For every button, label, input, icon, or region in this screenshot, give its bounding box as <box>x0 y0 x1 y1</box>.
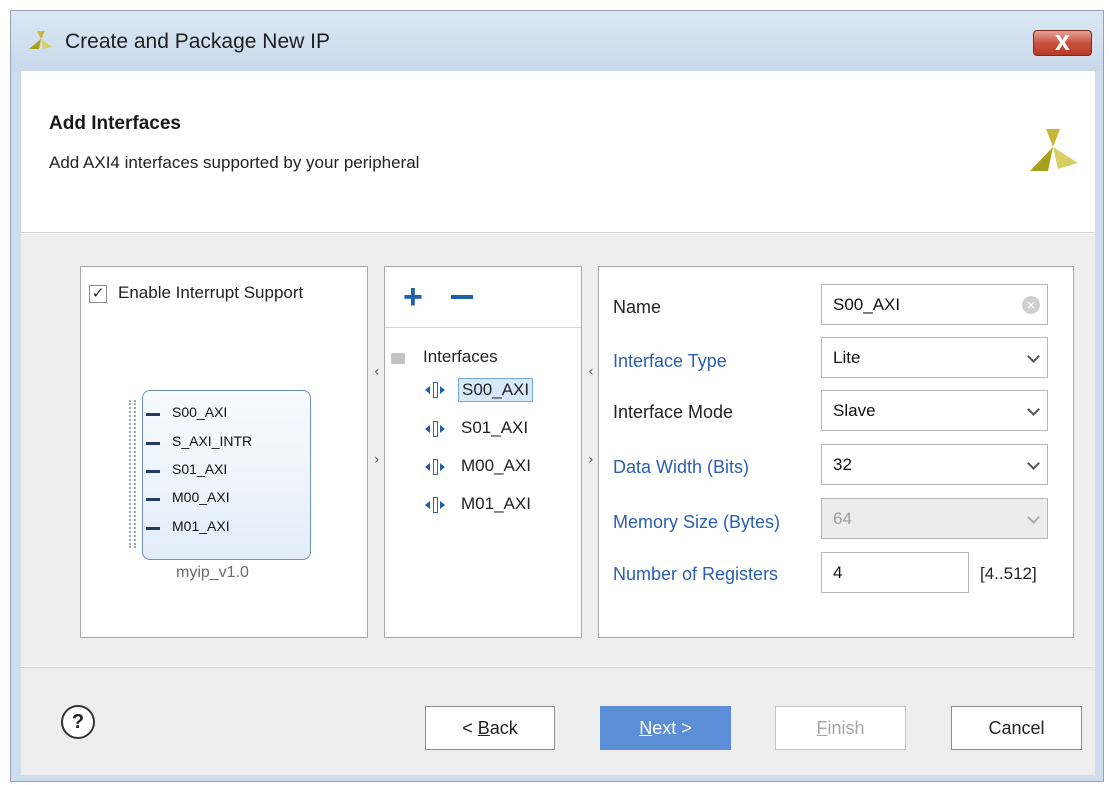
page-title: Add Interfaces <box>49 113 181 134</box>
clear-icon[interactable]: × <box>1022 296 1040 314</box>
interface-icon <box>425 421 445 437</box>
dialog-client: Add Interfaces Add AXI4 interfaces suppo… <box>21 71 1095 775</box>
interface-mode-select[interactable]: Slave <box>821 390 1048 431</box>
memory-size-select: 64 <box>821 498 1048 539</box>
interface-mode-label: Interface Mode <box>613 402 734 422</box>
num-registers-input[interactable]: 4 <box>821 552 969 593</box>
num-registers-range: [4..512] <box>980 564 1037 583</box>
enable-interrupt-label: Enable Interrupt Support <box>118 283 304 302</box>
chevron-down-icon <box>1027 350 1040 363</box>
expand-right-arrow[interactable]: › <box>588 452 594 468</box>
wizard-header: Add Interfaces Add AXI4 interfaces suppo… <box>21 71 1095 233</box>
interface-icon <box>425 382 445 398</box>
dialog-window: Create and Package New IP X Add Interfac… <box>10 10 1104 782</box>
data-width-label: Data Width (Bits) <box>613 457 750 477</box>
vivado-logo-icon <box>29 31 52 49</box>
help-button[interactable]: ? <box>61 705 95 739</box>
collapse-left-arrow[interactable]: ‹ <box>374 364 380 380</box>
window-title: Create and Package New IP <box>65 30 330 53</box>
interface-properties-panel: Name S00_AXI × Interface Type Lite Inter… <box>598 266 1074 638</box>
ip-name: myip_v1.0 <box>176 564 249 581</box>
tree-root-interfaces[interactable]: Interfaces <box>423 347 498 367</box>
page-subtitle: Add AXI4 interfaces supported by your pe… <box>49 153 420 172</box>
next-button[interactable]: Next > <box>600 706 731 750</box>
finish-button: Finish <box>775 706 906 750</box>
wizard-footer: ? < Back Next > Finish Cancel <box>21 667 1095 775</box>
interface-icon <box>425 497 445 513</box>
interface-icon <box>425 459 445 475</box>
folder-icon <box>391 353 405 364</box>
add-interface-button[interactable]: + <box>403 277 423 317</box>
name-label: Name <box>613 297 662 317</box>
chevron-down-icon <box>1027 511 1040 524</box>
vivado-logo-icon <box>1030 129 1078 171</box>
num-registers-label: Number of Registers <box>613 564 779 584</box>
chevron-down-icon <box>1027 403 1040 416</box>
remove-interface-button[interactable] <box>451 295 473 299</box>
ip-symbol-panel: ✓ Enable Interrupt Support S00_AXI S_AXI… <box>80 266 368 638</box>
chevron-down-icon <box>1027 457 1040 470</box>
data-width-select[interactable]: 32 <box>821 444 1048 485</box>
close-button[interactable]: X <box>1033 30 1092 56</box>
collapse-left-arrow[interactable]: ‹ <box>588 364 594 380</box>
interface-type-label: Interface Type <box>613 351 727 371</box>
memory-size-label: Memory Size (Bytes) <box>613 512 781 532</box>
wizard-body: ✓ Enable Interrupt Support S00_AXI S_AXI… <box>21 234 1095 666</box>
back-button[interactable]: < Back <box>425 706 555 750</box>
enable-interrupt-checkbox[interactable]: ✓ <box>89 285 107 303</box>
interfaces-tree-panel: + Interfaces S00_AXI S01_AXI M00_AXI M01… <box>384 266 582 638</box>
expand-right-arrow[interactable]: › <box>374 452 380 468</box>
interface-type-select[interactable]: Lite <box>821 337 1048 378</box>
name-input[interactable]: S00_AXI × <box>821 284 1048 325</box>
toolbar-separator <box>385 327 581 328</box>
title-bar: Create and Package New IP X <box>11 11 1103 71</box>
cancel-button[interactable]: Cancel <box>951 706 1082 750</box>
